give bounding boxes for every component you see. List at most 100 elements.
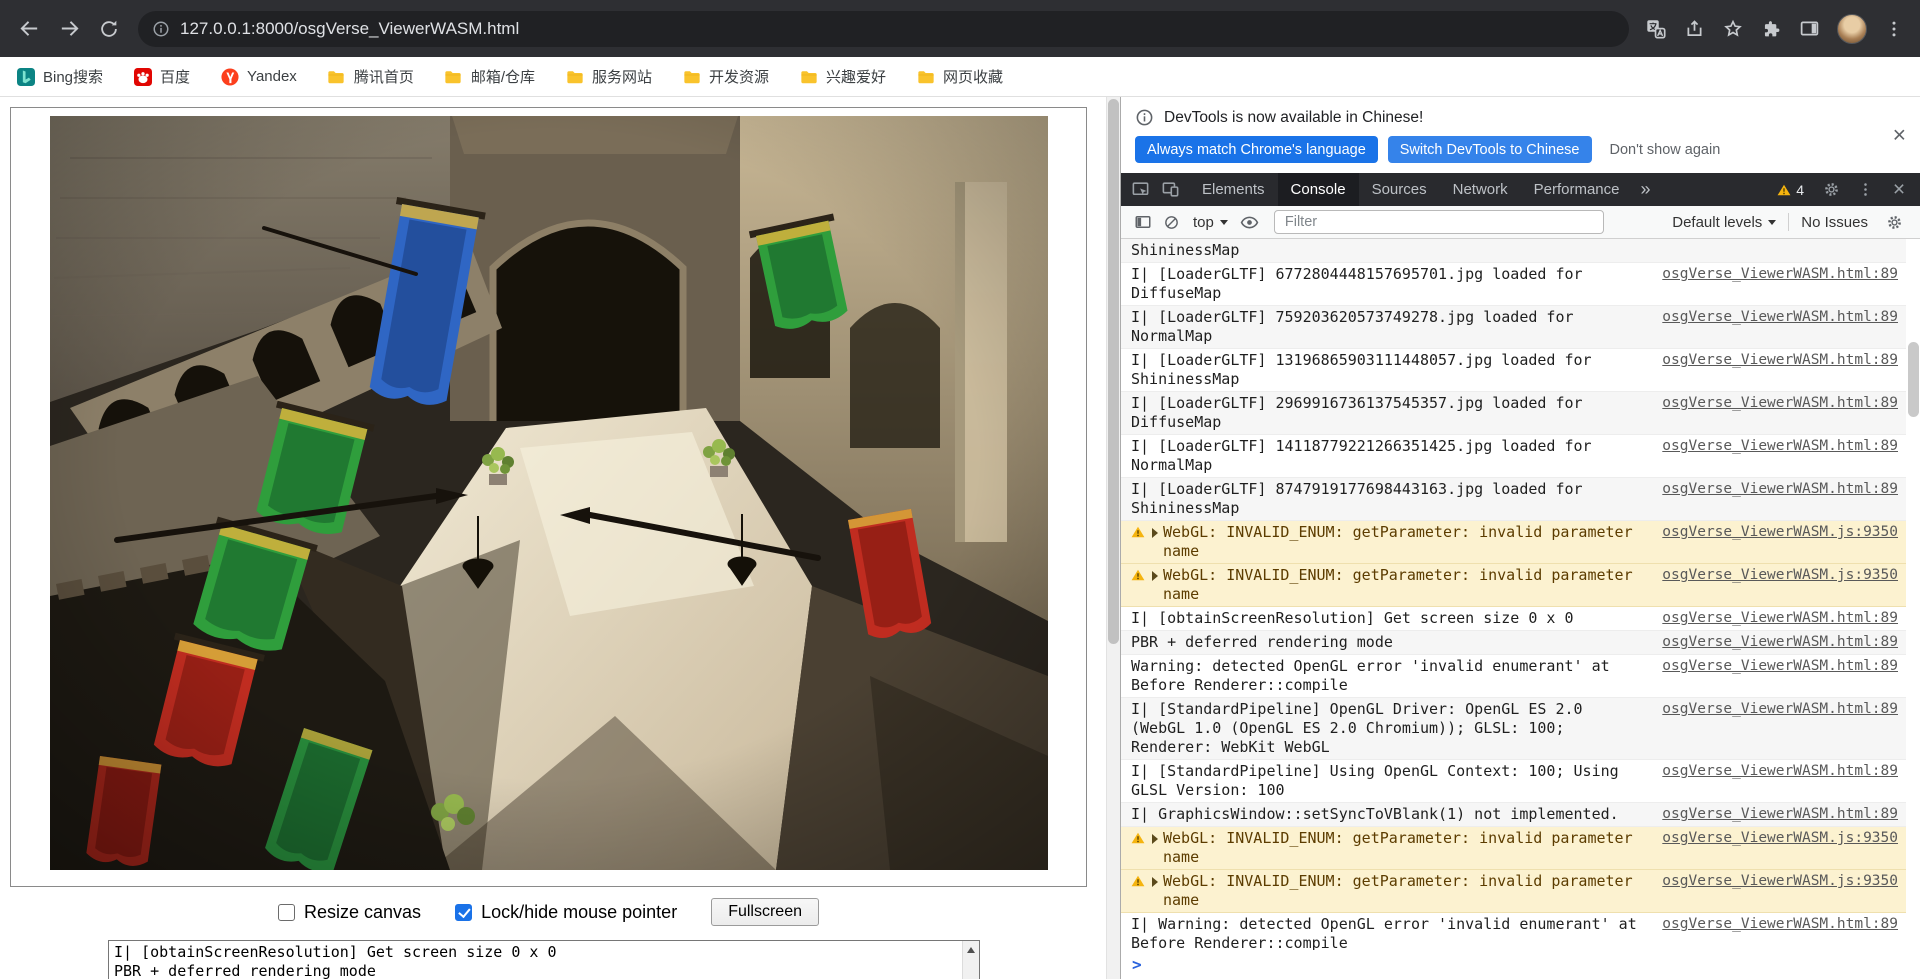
console-source-link[interactable]: osgVerse_ViewerWASM.html:89 (1644, 915, 1898, 934)
dont-show-again-button[interactable]: Don't show again (1602, 142, 1729, 158)
url-bar[interactable]: 127.0.0.1:8000/osgVerse_ViewerWASM.html (138, 10, 1629, 47)
console-message-text: WebGL: INVALID_ENUM: getParameter: inval… (1163, 566, 1642, 603)
console-message-row: I| [LoaderGLTF] 2969916736137545357.jpg … (1121, 392, 1906, 435)
log-textarea[interactable]: I| [obtainScreenResolution] Get screen s… (108, 940, 980, 979)
switch-chinese-button[interactable]: Switch DevTools to Chinese (1387, 136, 1592, 163)
log-scrollbar[interactable] (962, 941, 979, 979)
devtools-menu-icon[interactable] (1850, 176, 1880, 204)
log-levels-dropdown[interactable]: Default levels (1672, 214, 1777, 231)
folder-icon (327, 67, 346, 86)
bookmark-item[interactable]: 百度 (133, 66, 190, 87)
back-button[interactable] (10, 10, 48, 48)
bookmark-item[interactable]: 腾讯首页 (327, 66, 414, 87)
page-scrollbar[interactable] (1106, 97, 1120, 979)
bookmark-item[interactable]: 服务网站 (565, 66, 652, 87)
console-message-row: ShininessMap (1121, 239, 1906, 263)
console-source-link[interactable]: osgVerse_ViewerWASM.html:89 (1644, 394, 1898, 413)
console-source-link[interactable]: osgVerse_ViewerWASM.html:89 (1644, 657, 1898, 676)
issues-counter[interactable]: No Issues (1801, 214, 1868, 231)
console-source-link[interactable]: osgVerse_ViewerWASM.html:89 (1644, 437, 1898, 456)
expand-arrow-icon[interactable] (1152, 829, 1158, 848)
match-language-button[interactable]: Always match Chrome's language (1135, 136, 1378, 163)
console-source-link[interactable]: osgVerse_ViewerWASM.html:89 (1644, 762, 1898, 781)
scroll-up-icon[interactable] (967, 947, 975, 953)
clear-console-icon[interactable] (1157, 209, 1185, 235)
bookmark-item[interactable]: 网页收藏 (916, 66, 1003, 87)
console-source-link[interactable]: osgVerse_ViewerWASM.html:89 (1644, 480, 1898, 499)
console-scrollbar-thumb[interactable] (1908, 342, 1919, 417)
console-sidebar-icon[interactable] (1129, 209, 1157, 235)
tab-sources[interactable]: Sources (1359, 173, 1440, 206)
tab-network[interactable]: Network (1440, 173, 1521, 206)
lock-pointer-control: Lock/hide mouse pointer (455, 902, 677, 923)
more-tabs-icon[interactable]: » (1633, 179, 1659, 200)
warnings-badge[interactable]: 4 (1769, 182, 1812, 198)
translate-icon[interactable] (1645, 18, 1667, 40)
expand-arrow-icon[interactable] (1152, 523, 1158, 542)
console-source-link[interactable]: osgVerse_ViewerWASM.html:89 (1644, 805, 1898, 824)
expand-arrow-icon[interactable] (1152, 566, 1158, 585)
console-message-row: I| [StandardPipeline] OpenGL Driver: Ope… (1121, 698, 1906, 760)
console-filter-input[interactable] (1273, 210, 1604, 234)
profile-avatar[interactable] (1837, 13, 1867, 44)
expand-arrow-icon[interactable] (1152, 872, 1158, 891)
console-settings-icon[interactable] (1880, 209, 1908, 235)
console-source-link[interactable]: osgVerse_ViewerWASM.js:9350 (1644, 872, 1898, 891)
resize-canvas-checkbox[interactable] (278, 903, 295, 921)
extensions-icon[interactable] (1761, 18, 1782, 39)
console-source-link[interactable]: osgVerse_ViewerWASM.js:9350 (1644, 829, 1898, 848)
side-panel-icon[interactable] (1799, 18, 1820, 39)
webgl-canvas[interactable] (49, 116, 1048, 870)
log-line: PBR + deferred rendering mode (114, 962, 376, 979)
console-source-link[interactable]: osgVerse_ViewerWASM.js:9350 (1644, 566, 1898, 585)
console-source-link[interactable]: osgVerse_ViewerWASM.js:9350 (1644, 523, 1898, 542)
console-message-row: WebGL: INVALID_ENUM: getParameter: inval… (1121, 827, 1906, 870)
bookmark-item[interactable]: Yandex (220, 67, 297, 86)
eye-icon[interactable] (1236, 209, 1264, 235)
console-source-link[interactable]: osgVerse_ViewerWASM.html:89 (1644, 700, 1898, 719)
console-source-link[interactable]: osgVerse_ViewerWASM.html:89 (1644, 633, 1898, 652)
console-source-link[interactable]: osgVerse_ViewerWASM.html:89 (1644, 609, 1898, 628)
chevron-down-icon (1768, 219, 1777, 225)
bookmark-label: 网页收藏 (943, 69, 1004, 86)
notice-close-icon[interactable]: × (1893, 123, 1906, 147)
context-selector[interactable]: top (1185, 214, 1236, 231)
bookmark-item[interactable]: Bing搜索 (16, 66, 103, 87)
forward-button[interactable] (50, 10, 88, 48)
bookmarks-bar: Bing搜索 百度 Yandex 腾讯首页 邮箱/仓库 服务网站 开发资源 兴趣爱好 网页收藏 (0, 57, 1920, 97)
tab-elements[interactable]: Elements (1189, 173, 1278, 206)
console-message-row: I| Warning: detected OpenGL error 'inval… (1121, 913, 1906, 950)
tab-console[interactable]: Console (1277, 173, 1359, 206)
console-message-text: I| Warning: detected OpenGL error 'inval… (1131, 915, 1646, 950)
bookmark-star-icon[interactable] (1722, 18, 1744, 40)
console-scrollbar[interactable] (1908, 338, 1919, 976)
console-source-link[interactable]: osgVerse_ViewerWASM.html:89 (1644, 308, 1898, 327)
page-scrollbar-thumb[interactable] (1108, 99, 1119, 644)
devtools-tabbar: Elements Console Sources Network Performance… (1121, 173, 1920, 206)
console-prompt[interactable]: > (1121, 950, 1920, 979)
menu-icon[interactable] (1884, 19, 1904, 39)
console-source-link[interactable]: osgVerse_ViewerWASM.html:89 (1644, 265, 1898, 284)
bookmark-item[interactable]: 邮箱/仓库 (444, 66, 535, 87)
site-info-icon[interactable] (152, 20, 170, 38)
console-message-text: I| [LoaderGLTF] 14118779221266351425.jpg… (1131, 437, 1601, 474)
devtools-settings-icon[interactable] (1816, 176, 1846, 204)
bookmark-item[interactable]: 开发资源 (682, 66, 769, 87)
devtools-close-icon[interactable]: × (1884, 176, 1914, 204)
share-icon[interactable] (1684, 18, 1705, 39)
fullscreen-button[interactable]: Fullscreen (711, 898, 819, 926)
bookmark-item[interactable]: 兴趣爱好 (799, 66, 886, 87)
inspect-icon[interactable] (1125, 176, 1155, 204)
console-message-row: I| GraphicsWindow::setSyncToVBlank(1) no… (1121, 803, 1906, 827)
tab-performance[interactable]: Performance (1521, 173, 1633, 206)
console-message-row: I| [LoaderGLTF] 759203620573749278.jpg l… (1121, 306, 1906, 349)
lock-pointer-checkbox[interactable] (455, 903, 473, 921)
bookmark-label: 开发资源 (709, 69, 770, 86)
info-icon (1135, 108, 1154, 127)
url-text: 127.0.0.1:8000/osgVerse_ViewerWASM.html (180, 18, 520, 38)
warning-count: 4 (1796, 181, 1804, 198)
device-toolbar-icon[interactable] (1155, 176, 1185, 204)
console-source-link[interactable]: osgVerse_ViewerWASM.html:89 (1644, 351, 1898, 370)
reload-button[interactable] (90, 10, 128, 48)
console-toolbar: top Default levels No Issues (1121, 206, 1920, 239)
